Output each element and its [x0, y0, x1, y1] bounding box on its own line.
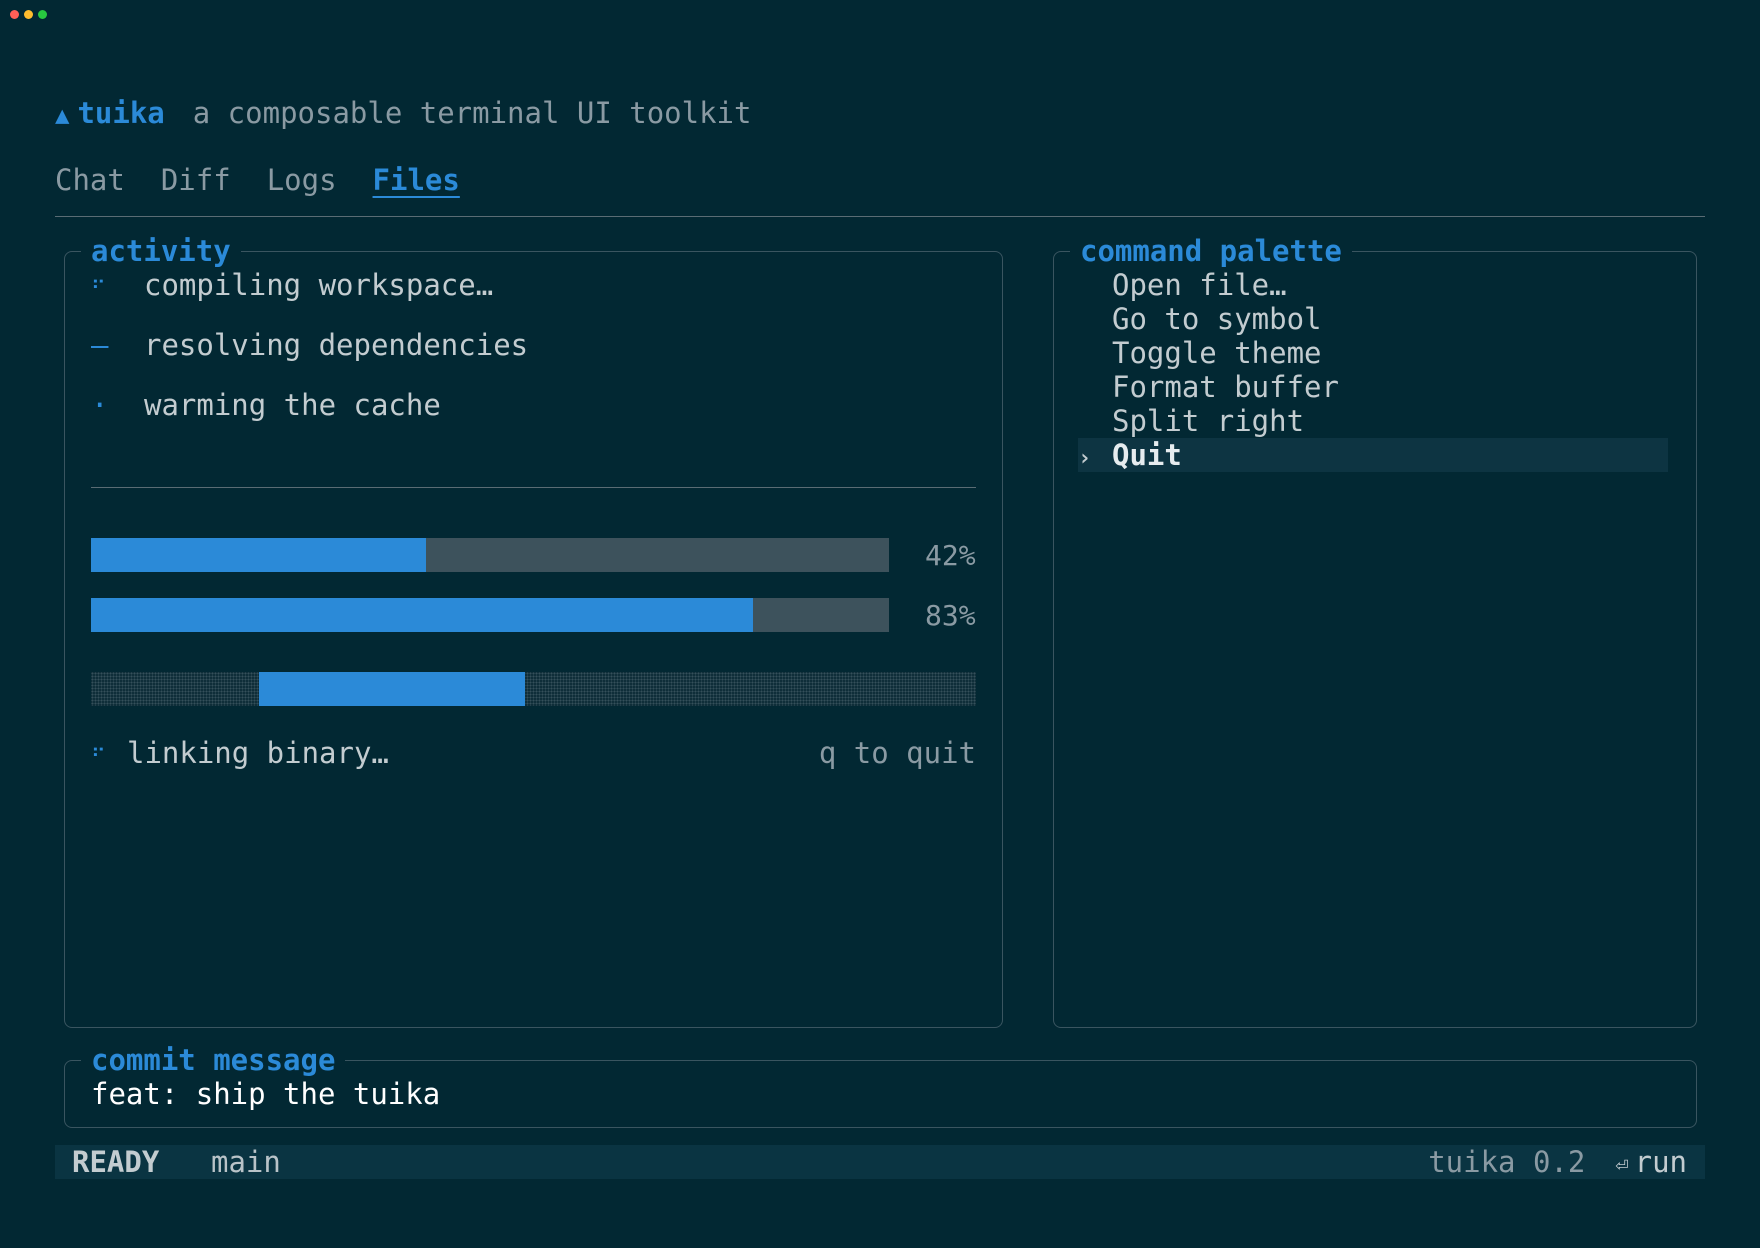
- maximize-window-button[interactable]: [38, 10, 47, 19]
- tab-divider: [55, 216, 1705, 217]
- tab-bar: Chat Diff Logs Files: [55, 163, 460, 197]
- version-label: tuika 0.2: [1428, 1145, 1586, 1179]
- close-window-button[interactable]: [10, 10, 19, 19]
- tab-diff[interactable]: Diff: [161, 163, 231, 197]
- dot-icon: ·: [91, 388, 109, 422]
- status-right: tuika 0.2 ⏎ run: [1428, 1145, 1687, 1183]
- branch-name: main: [211, 1145, 281, 1179]
- triangle-up-icon: ▲: [55, 101, 70, 129]
- status-bar: READY main tuika 0.2 ⏎ run: [55, 1145, 1705, 1179]
- command-label: Toggle theme: [1112, 336, 1322, 370]
- command-label: Open file…: [1112, 268, 1287, 302]
- activity-status-line: ⠋ linking binary… q to quit: [91, 736, 976, 770]
- task-label: compiling workspace…: [144, 268, 494, 302]
- commit-message-panel: commit message feat: ship the tuika: [64, 1043, 1697, 1128]
- app-header: ▲ tuika a composable terminal UI toolkit: [55, 96, 751, 130]
- indeterminate-progress-bar: [91, 672, 976, 706]
- status-text: linking binary…: [127, 736, 389, 770]
- dash-icon: —: [91, 328, 109, 362]
- enter-key-icon: ⏎: [1615, 1153, 1629, 1178]
- command-label: Go to symbol: [1112, 302, 1322, 336]
- window-controls: [10, 10, 47, 19]
- app-name: tuika: [77, 96, 165, 130]
- progress-fill: [91, 598, 754, 632]
- progress-percent: 83%: [925, 599, 976, 632]
- command-label: Split right: [1112, 404, 1305, 438]
- task-label: resolving dependencies: [144, 328, 529, 362]
- minimize-window-button[interactable]: [24, 10, 33, 19]
- task-item: ⠋ compiling workspace…: [91, 268, 493, 302]
- command-item-go-to-symbol[interactable]: Go to symbol: [1078, 302, 1668, 336]
- tab-files[interactable]: Files: [373, 163, 460, 197]
- progress-bar: [91, 598, 889, 632]
- command-label: Format buffer: [1112, 370, 1339, 404]
- tab-logs[interactable]: Logs: [267, 163, 337, 197]
- command-palette-panel: command palette Open file… Go to symbol …: [1053, 234, 1697, 1028]
- command-item-quit[interactable]: › Quit: [1078, 438, 1668, 472]
- chevron-right-icon: ›: [1078, 446, 1092, 471]
- progress-percent: 42%: [925, 539, 976, 572]
- app-tagline: a composable terminal UI toolkit: [192, 96, 752, 130]
- mode-indicator: READY: [72, 1145, 160, 1179]
- spinner-icon: ⠋: [91, 744, 106, 768]
- run-action[interactable]: run: [1635, 1145, 1687, 1179]
- task-label: warming the cache: [144, 388, 441, 422]
- activity-panel: activity ⠋ compiling workspace… — resolvin…: [64, 234, 1003, 1028]
- spinner-icon: ⠋: [91, 276, 106, 300]
- command-label: Quit: [1112, 438, 1182, 472]
- command-item-split-right[interactable]: Split right: [1078, 404, 1668, 438]
- activity-divider: [91, 487, 976, 488]
- commit-message-input[interactable]: feat: ship the tuika: [91, 1077, 440, 1111]
- task-item: · warming the cache: [91, 388, 441, 422]
- command-item-open-file[interactable]: Open file…: [1078, 268, 1668, 302]
- quit-hint: q to quit: [818, 736, 976, 770]
- command-item-format-buffer[interactable]: Format buffer: [1078, 370, 1668, 404]
- progress-fill: [91, 538, 427, 572]
- commit-message-title: commit message: [81, 1043, 346, 1077]
- command-palette-title: command palette: [1070, 234, 1352, 268]
- indeterminate-fill: [259, 672, 525, 706]
- activity-title: activity: [81, 234, 241, 268]
- command-item-toggle-theme[interactable]: Toggle theme: [1078, 336, 1668, 370]
- progress-bar: [91, 538, 889, 572]
- tab-chat[interactable]: Chat: [55, 163, 125, 197]
- task-item: — resolving dependencies: [91, 328, 528, 362]
